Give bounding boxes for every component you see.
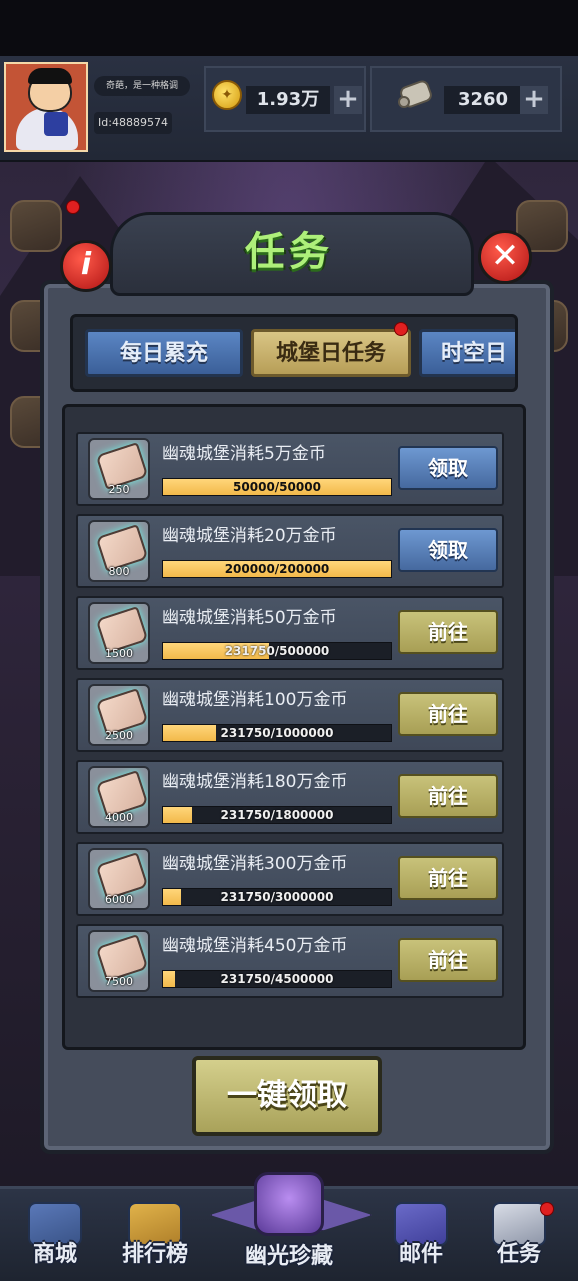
tab-badge	[394, 322, 408, 336]
task-progress-bar: 231750/3000000	[162, 888, 392, 906]
close-button[interactable]: ✕	[478, 230, 532, 284]
progress-text: 231750/1800000	[220, 808, 334, 822]
progress-text: 231750/4500000	[220, 972, 334, 986]
task-name: 幽魂城堡消耗20万金币	[162, 526, 337, 546]
task-progress-bar: 231750/1800000	[162, 806, 392, 824]
info-button[interactable]: i	[60, 240, 112, 292]
task-name: 幽魂城堡消耗300万金币	[162, 854, 348, 874]
task-row: 6000 幽魂城堡消耗300万金币 231750/3000000 前往	[76, 842, 504, 916]
signin-badge	[66, 200, 80, 214]
nav-shop[interactable]: 商城	[10, 1196, 100, 1274]
player-motto: 奇葩，是一种格调	[94, 76, 190, 96]
progress-text: 50000/50000	[233, 480, 321, 494]
tab-daily-recharge[interactable]: 每日累充	[85, 329, 243, 377]
go-button[interactable]: 前往	[398, 610, 498, 654]
scroll-icon	[398, 80, 432, 108]
reward-scroll-icon: 1500	[88, 602, 150, 664]
go-button[interactable]: 前往	[398, 692, 498, 736]
nav-ranking[interactable]: 排行榜	[110, 1196, 200, 1274]
claim-button[interactable]: 领取	[398, 446, 498, 490]
reward-scroll-icon: 6000	[88, 848, 150, 910]
coin-amount: 1.93万	[246, 86, 330, 114]
progress-text: 200000/200000	[224, 562, 330, 576]
progress-text: 231750/500000	[224, 644, 330, 658]
claim-button[interactable]: 领取	[398, 528, 498, 572]
add-scrolls-button[interactable]: +	[520, 86, 548, 114]
tab-bar: 每日累充 城堡日任务 时空日	[70, 314, 518, 392]
quests-badge	[540, 1202, 554, 1216]
reward-scroll-icon: 2500	[88, 684, 150, 746]
task-name: 幽魂城堡消耗5万金币	[162, 444, 326, 464]
reward-amount: 6000	[105, 893, 133, 906]
task-row: 2500 幽魂城堡消耗100万金币 231750/1000000 前往	[76, 678, 504, 752]
right-wing-icon	[318, 1198, 372, 1232]
nav-quests-label: 任务	[496, 1242, 541, 1267]
progress-text: 231750/1000000	[220, 726, 334, 740]
scroll-amount: 3260	[444, 86, 522, 114]
task-row: 1500 幽魂城堡消耗50万金币 231750/500000 前往	[76, 596, 504, 670]
player-id: Id:48889574	[94, 112, 172, 134]
reward-amount: 1500	[105, 647, 133, 660]
tab-castle-daily[interactable]: 城堡日任务	[251, 329, 411, 377]
reward-amount: 7500	[105, 975, 133, 988]
nav-mail-label: 邮件	[398, 1242, 443, 1267]
tab-time-space[interactable]: 时空日	[419, 329, 515, 377]
nav-treasure[interactable]: 幽光珍藏	[210, 1168, 372, 1276]
task-name: 幽魂城堡消耗450万金币	[162, 936, 348, 956]
task-row: 250 幽魂城堡消耗5万金币 50000/50000 领取	[76, 432, 504, 506]
task-progress-bar: 231750/1000000	[162, 724, 392, 742]
reward-amount: 800	[108, 565, 130, 578]
reward-scroll-icon: 4000	[88, 766, 150, 828]
panel-title: 任务	[245, 229, 333, 275]
reward-amount: 250	[108, 483, 130, 496]
task-name: 幽魂城堡消耗180万金币	[162, 772, 348, 792]
go-button[interactable]: 前往	[398, 856, 498, 900]
task-row: 4000 幽魂城堡消耗180万金币 231750/1800000 前往	[76, 760, 504, 834]
nav-ranking-label: 排行榜	[121, 1242, 188, 1267]
reward-scroll-icon: 800	[88, 520, 150, 582]
task-progress-bar: 50000/50000	[162, 478, 392, 496]
nav-shop-label: 商城	[32, 1242, 77, 1267]
reward-scroll-icon: 7500	[88, 930, 150, 992]
treasure-icon	[254, 1172, 324, 1236]
reward-amount: 2500	[105, 729, 133, 742]
task-row: 7500 幽魂城堡消耗450万金币 231750/4500000 前往	[76, 924, 504, 998]
task-name: 幽魂城堡消耗100万金币	[162, 690, 348, 710]
reward-amount: 4000	[105, 811, 133, 824]
nav-treasure-label: 幽光珍藏	[244, 1244, 333, 1269]
go-button[interactable]: 前往	[398, 774, 498, 818]
nav-mail[interactable]: 邮件	[376, 1196, 466, 1274]
task-progress-bar: 200000/200000	[162, 560, 392, 578]
go-button[interactable]: 前往	[398, 938, 498, 982]
avatar[interactable]	[4, 62, 88, 152]
daily-signin-icon[interactable]	[10, 200, 62, 252]
task-row: 800 幽魂城堡消耗20万金币 200000/200000 领取	[76, 514, 504, 588]
add-coins-button[interactable]: +	[334, 86, 362, 114]
task-progress-bar: 231750/4500000	[162, 970, 392, 988]
coin-icon: ✦	[212, 80, 242, 110]
reward-scroll-icon: 250	[88, 438, 150, 500]
task-progress-bar: 231750/500000	[162, 642, 392, 660]
task-name: 幽魂城堡消耗50万金币	[162, 608, 337, 628]
claim-all-button[interactable]: 一键领取	[192, 1056, 382, 1136]
progress-text: 231750/3000000	[220, 890, 334, 904]
